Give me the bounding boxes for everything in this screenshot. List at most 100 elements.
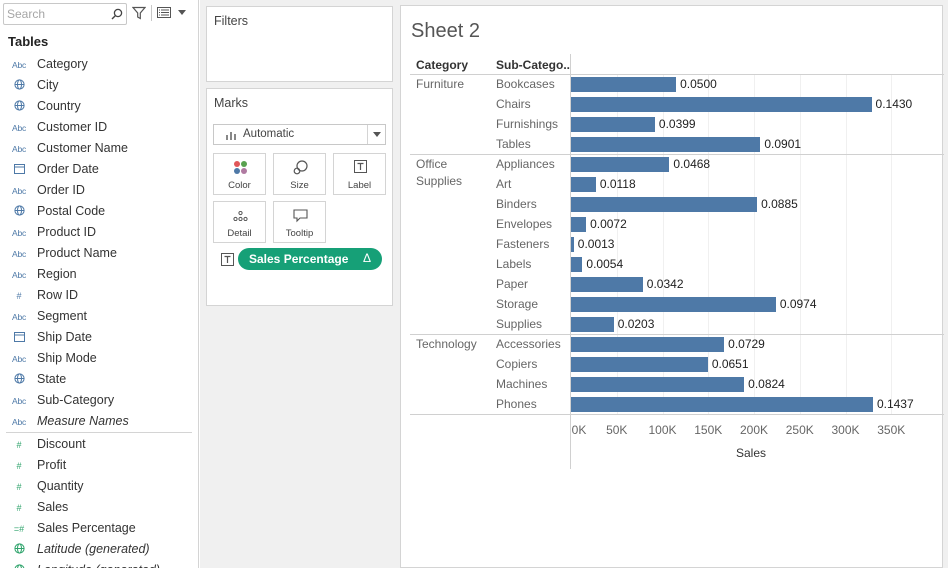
field-category[interactable]: Abc Category <box>0 54 198 75</box>
sub-category-label[interactable]: Envelopes <box>496 217 552 231</box>
field-segment[interactable]: Abc Segment <box>0 306 198 327</box>
abc-icon: Abc <box>11 417 27 427</box>
dropdown-divider <box>367 125 368 144</box>
bar-labels[interactable] <box>571 257 583 272</box>
list-view-icon[interactable] <box>157 7 171 18</box>
bar-storage[interactable] <box>571 297 776 312</box>
bar-copiers[interactable] <box>571 357 708 372</box>
field-longitude-generated[interactable]: Longitude (generated) <box>0 560 198 568</box>
bar-furnishings[interactable] <box>571 117 655 132</box>
bar-paper[interactable] <box>571 277 643 292</box>
field-product-id[interactable]: Abc Product ID <box>0 222 198 243</box>
search-box[interactable] <box>3 3 127 25</box>
x-axis-tick: 0K <box>571 423 587 437</box>
color-button[interactable]: Color <box>213 153 266 195</box>
number-icon: # <box>16 291 22 301</box>
field-country[interactable]: Country <box>0 96 198 117</box>
abc-icon: Abc <box>11 396 27 406</box>
field-name: Ship Mode <box>37 351 97 365</box>
color-icon <box>234 161 247 174</box>
sub-category-label[interactable]: Paper <box>496 277 528 291</box>
sub-category-label[interactable]: Storage <box>496 297 538 311</box>
bar-phones[interactable] <box>571 397 873 412</box>
search-input[interactable] <box>7 6 107 22</box>
search-icon[interactable] <box>111 8 123 20</box>
label-button[interactable]: Label <box>333 153 386 195</box>
field-sub-category[interactable]: Abc Sub-Category <box>0 390 198 411</box>
sub-category-label[interactable]: Furnishings <box>496 117 558 131</box>
field-name: Measure Names <box>37 414 129 428</box>
field-measure-names[interactable]: Abc Measure Names <box>0 411 198 432</box>
sub-category-column-header[interactable]: Sub-Catego.. <box>496 58 570 72</box>
sales-percentage-pill[interactable]: Sales Percentage Δ <box>238 248 382 270</box>
x-axis-tick: 200K <box>739 423 769 437</box>
bar-binders[interactable] <box>571 197 758 212</box>
chevron-down-icon[interactable] <box>178 10 186 16</box>
bar-tables[interactable] <box>571 137 761 152</box>
size-button[interactable]: Size <box>273 153 326 195</box>
field-customer-id[interactable]: Abc Customer ID <box>0 117 198 138</box>
sub-category-label[interactable]: Art <box>496 177 511 191</box>
sub-category-label[interactable]: Phones <box>496 397 537 411</box>
sub-category-label[interactable]: Chairs <box>496 97 531 111</box>
field-product-name[interactable]: Abc Product Name <box>0 243 198 264</box>
sheet-title: Sheet 2 <box>411 20 480 42</box>
category-label[interactable]: Furniture <box>416 76 464 93</box>
field-sales-percentage[interactable]: =# Sales Percentage <box>0 518 198 539</box>
bar-envelopes[interactable] <box>571 217 587 232</box>
field-ship-date[interactable]: Ship Date <box>0 327 198 348</box>
field-ship-mode[interactable]: Abc Ship Mode <box>0 348 198 369</box>
mark-type-dropdown[interactable]: Automatic <box>213 124 386 145</box>
sub-category-label[interactable]: Binders <box>496 197 537 211</box>
field-city[interactable]: City <box>0 75 198 96</box>
sub-category-label[interactable]: Fasteners <box>496 237 549 251</box>
field-order-id[interactable]: Abc Order ID <box>0 180 198 201</box>
filters-card[interactable]: Filters <box>206 6 393 82</box>
category-column-header[interactable]: Category <box>416 58 468 72</box>
detail-button[interactable]: Detail <box>213 201 266 243</box>
globe-icon <box>8 100 30 114</box>
category-label[interactable]: Office <box>416 156 447 173</box>
field-state[interactable]: State <box>0 369 198 390</box>
field-customer-name[interactable]: Abc Customer Name <box>0 138 198 159</box>
bar-value-label: 0.0399 <box>658 117 696 131</box>
field-name: Customer ID <box>37 120 108 134</box>
field-quantity[interactable]: # Quantity <box>0 476 198 497</box>
category-label[interactable]: Technology <box>416 336 477 353</box>
sub-category-label[interactable]: Labels <box>496 257 531 271</box>
bar-accessories[interactable] <box>571 337 725 352</box>
sub-category-label[interactable]: Accessories <box>496 337 561 351</box>
sub-category-label[interactable]: Appliances <box>496 157 555 171</box>
sub-category-label[interactable]: Tables <box>496 137 531 151</box>
label-button-label: Label <box>347 180 372 191</box>
bar-value-label: 0.0203 <box>617 317 655 331</box>
field-sales[interactable]: # Sales <box>0 497 198 518</box>
bar-supplies[interactable] <box>571 317 614 332</box>
field-region[interactable]: Abc Region <box>0 264 198 285</box>
bar-machines[interactable] <box>571 377 745 392</box>
sub-category-label[interactable]: Copiers <box>496 357 537 371</box>
field-row-id[interactable]: # Row ID <box>0 285 198 306</box>
globe-icon <box>8 564 30 568</box>
filter-icon[interactable] <box>132 6 146 20</box>
field-postal-code[interactable]: Postal Code <box>0 201 198 222</box>
field-profit[interactable]: # Profit <box>0 455 198 476</box>
pill-label: Sales Percentage <box>249 252 349 266</box>
bar-bookcases[interactable] <box>571 77 677 92</box>
bar-appliances[interactable] <box>571 157 670 172</box>
field-latitude-generated[interactable]: Latitude (generated) <box>0 539 198 560</box>
bar-art[interactable] <box>571 177 596 192</box>
tooltip-button[interactable]: Tooltip <box>273 201 326 243</box>
category-label[interactable]: Supplies <box>416 173 462 190</box>
bar-chairs[interactable] <box>571 97 872 112</box>
globe-icon <box>8 373 30 387</box>
bar-fasteners[interactable] <box>571 237 574 252</box>
sub-category-label[interactable]: Machines <box>496 377 547 391</box>
sub-category-label[interactable]: Supplies <box>496 317 542 331</box>
dimensions-measures-divider <box>6 432 192 433</box>
field-discount[interactable]: # Discount <box>0 434 198 455</box>
field-order-date[interactable]: Order Date <box>0 159 198 180</box>
field-name: Order ID <box>37 183 85 197</box>
sub-category-label[interactable]: Bookcases <box>496 77 555 91</box>
bar-value-label: 0.0013 <box>577 237 615 251</box>
